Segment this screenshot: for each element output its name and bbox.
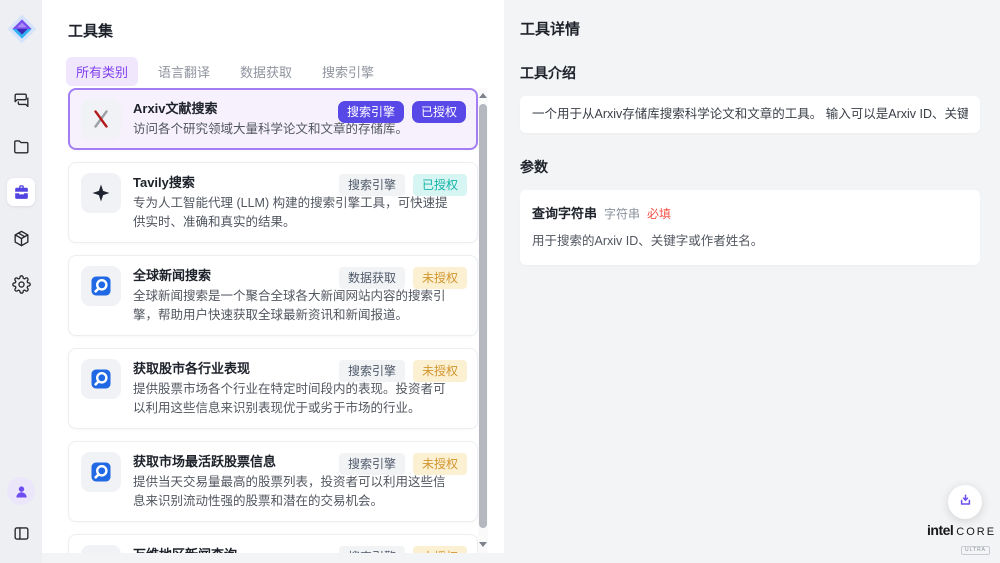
tool-badges: 数据获取未授权 <box>331 267 467 289</box>
tool-card[interactable]: 万维地区新闻查询 查询具体行政区划内的新闻，快速了解各地新闻动态。 搜索引擎未授… <box>68 534 478 553</box>
arxiv-x-icon <box>81 99 121 139</box>
tool-badge: 数据获取 <box>339 267 405 289</box>
tool-badges: 搜索引擎 未授权 <box>331 546 467 553</box>
sidebar-item-user[interactable] <box>7 477 35 505</box>
download-button[interactable] <box>948 485 982 519</box>
sparkle-icon <box>81 173 121 213</box>
user-icon <box>12 482 31 501</box>
ultra-badge: ultra <box>961 546 990 555</box>
tool-badge: 搜索引擎 <box>339 453 405 475</box>
params-card: 查询字符串字符串必填 用于搜索的Arxiv ID、关键字或作者姓名。 <box>520 190 980 265</box>
tool-card[interactable]: Arxiv文献搜索 访问各个研究领域大量科学论文和文章的存储库。 搜索引擎已授权 <box>68 88 478 150</box>
tool-badges: 搜索引擎未授权 <box>331 453 467 475</box>
tool-description: 提供股票市场各个行业在特定时间段内的表现。投资者可以利用这些信息来识别表现优于或… <box>133 380 449 418</box>
param-name: 查询字符串 <box>532 206 597 221</box>
tool-card[interactable]: 全球新闻搜索 全球新闻搜索是一个聚合全球各大新闻网站内容的搜索引擎，帮助用户快速… <box>68 255 478 336</box>
sidebar-item-folder[interactable] <box>7 132 35 160</box>
settings-icon <box>12 275 31 294</box>
tool-badge: 搜索引擎 <box>339 546 405 553</box>
tool-description: 专为人工智能代理 (LLM) 构建的搜索引擎工具，可快速提供实时、准确和真实的结… <box>133 194 449 232</box>
tool-list: Arxiv文献搜索 访问各个研究领域大量科学论文和文章的存储库。 搜索引擎已授权… <box>68 88 478 553</box>
tool-badge: 搜索引擎 <box>339 174 405 196</box>
toolbox-icon <box>12 183 31 202</box>
tool-badge: 搜索引擎 <box>338 101 404 123</box>
list-scrollbar[interactable] <box>478 88 488 553</box>
intel-wordmark: intel <box>927 522 953 538</box>
core-wordmark: core <box>956 526 996 538</box>
chat-icon <box>12 91 31 110</box>
intro-card: 一个用于从Arxiv存储库搜索科学论文和文章的工具。 输入可以是Arxiv ID… <box>520 96 980 133</box>
folder-icon <box>12 137 31 156</box>
tool-card[interactable]: 获取市场最活跃股票信息 提供当天交易量最高的股票列表，投资者可以利用这些信息来识… <box>68 441 478 522</box>
tool-badge: 未授权 <box>413 267 467 289</box>
panel-layout-icon <box>12 524 31 543</box>
category-tabs: 所有类别语言翻译数据获取搜索引擎 <box>66 57 384 86</box>
tool-description: 提供当天交易量最高的股票列表，投资者可以利用这些信息来识别流动性强的股票和潜在的… <box>133 473 449 511</box>
app-logo-icon <box>7 14 37 44</box>
sidebar-top-items <box>0 86 42 298</box>
intel-core-logo: intel core ultra <box>927 522 991 556</box>
app-root: { "colors": { "accent": "#5848E8", "sele… <box>0 0 1000 563</box>
tool-list-panel: 工具集 所有类别语言翻译数据获取搜索引擎 Arxiv文献搜索 访问各个研究领域大… <box>42 0 504 553</box>
intro-text: 一个用于从Arxiv存储库搜索科学论文和文章的工具。 输入可以是Arxiv ID… <box>532 105 968 124</box>
page-title: 工具集 <box>68 20 113 41</box>
package-icon <box>12 229 31 248</box>
tool-badge: 已授权 <box>412 101 466 123</box>
scroll-down-arrow-icon[interactable] <box>478 539 488 549</box>
tool-badges: 搜索引擎未授权 <box>331 360 467 382</box>
category-tab[interactable]: 语言翻译 <box>148 57 220 86</box>
tool-badge: 未授权 <box>413 453 467 475</box>
tool-card[interactable]: 获取股市各行业表现 提供股票市场各个行业在特定时间段内的表现。投资者可以利用这些… <box>68 348 478 429</box>
param-row: 查询字符串字符串必填 用于搜索的Arxiv ID、关键字或作者姓名。 <box>532 203 968 250</box>
tool-description: 全球新闻搜索是一个聚合全球各大新闻网站内容的搜索引擎，帮助用户快速获取全球最新资… <box>133 287 449 325</box>
tool-card[interactable]: Tavily搜索 专为人工智能代理 (LLM) 构建的搜索引擎工具，可快速提供实… <box>68 162 478 243</box>
scrollbar-thumb[interactable] <box>479 104 487 528</box>
tool-badge: 未授权 <box>413 546 467 553</box>
intro-heading: 工具介绍 <box>520 63 980 83</box>
tool-badges: 搜索引擎已授权 <box>330 101 466 123</box>
params-heading: 参数 <box>520 157 980 177</box>
tool-detail-panel: 工具详情 工具介绍 一个用于从Arxiv存储库搜索科学论文和文章的工具。 输入可… <box>504 0 1000 563</box>
sidebar-item-package[interactable] <box>7 224 35 252</box>
news-search-icon <box>81 266 121 306</box>
tool-badge: 搜索引擎 <box>339 360 405 382</box>
sidebar <box>0 0 42 563</box>
sidebar-item-panel-layout[interactable] <box>7 519 35 547</box>
tool-badges: 搜索引擎已授权 <box>331 174 467 196</box>
tool-badge: 已授权 <box>413 174 467 196</box>
category-tab[interactable]: 数据获取 <box>230 57 302 86</box>
category-tab[interactable]: 搜索引擎 <box>312 57 384 86</box>
newspaper-icon <box>81 545 121 553</box>
scroll-up-arrow-icon[interactable] <box>478 90 488 100</box>
sidebar-item-toolbox[interactable] <box>7 178 35 206</box>
detail-title: 工具详情 <box>520 18 980 39</box>
news-search-icon <box>81 359 121 399</box>
news-search-icon <box>81 452 121 492</box>
category-tab[interactable]: 所有类别 <box>66 57 138 86</box>
param-description: 用于搜索的Arxiv ID、关键字或作者姓名。 <box>532 232 968 250</box>
param-required-flag: 必填 <box>647 207 671 221</box>
download-icon <box>957 492 974 512</box>
sidebar-item-chat[interactable] <box>7 86 35 114</box>
sidebar-bottom-items <box>0 477 42 547</box>
tool-badge: 未授权 <box>413 360 467 382</box>
sidebar-item-settings[interactable] <box>7 270 35 298</box>
param-type: 字符串 <box>604 207 640 221</box>
